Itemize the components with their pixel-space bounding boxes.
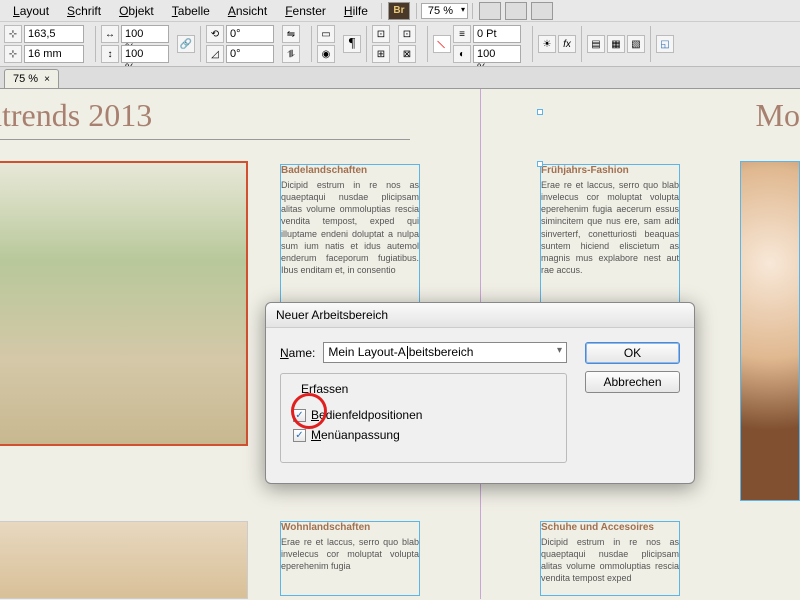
menu-ansicht[interactable]: Ansicht [219, 4, 276, 18]
workspace-name-input[interactable]: Mein Layout-Abeitsbereich [323, 342, 567, 363]
panel-positions-label: Bedienfeldpositionen [311, 408, 422, 422]
scale-w-icon: ↔ [101, 25, 119, 43]
bathroom-image-frame[interactable] [0, 161, 248, 446]
opacity-input[interactable]: 100 % [473, 45, 521, 63]
corner-icon[interactable]: ◱ [656, 35, 674, 53]
menu-customization-checkbox[interactable]: ✓ [293, 429, 306, 442]
scale-w-input[interactable]: 100 % [121, 25, 169, 43]
fit-content-icon[interactable]: ⊡ [372, 25, 390, 43]
zoom-level-dropdown[interactable]: 75 % [421, 3, 468, 19]
rotate-input[interactable]: 0° [226, 25, 274, 43]
separator [416, 3, 417, 19]
text-frame-wohn[interactable]: Wohnlandschaften Erae re et laccus, serr… [280, 521, 420, 596]
flip-v-icon[interactable]: ⥮ [282, 45, 300, 63]
text-frame-schuhe[interactable]: Schuhe und Accesoires Dicipid estrum in … [540, 521, 680, 596]
frame-heading: Schuhe und Accesoires [541, 522, 679, 533]
wrap-none-icon[interactable]: ▤ [587, 35, 605, 53]
menu-bar: Layout Schrift Objekt Tabelle Ansicht Fe… [0, 0, 800, 22]
tab-label: 75 % [13, 73, 38, 85]
fieldset-legend: Erfassen [297, 382, 352, 396]
flip-h-icon[interactable]: ⇋ [282, 25, 300, 43]
separator [472, 3, 473, 19]
x-position-input[interactable]: 163,5 mm [24, 25, 84, 43]
stroke-weight-icon: ≡ [453, 25, 471, 43]
text-frame-bath[interactable]: Badelandschaften Dicipid estrum in re no… [280, 164, 420, 312]
selection-handle[interactable] [537, 109, 543, 115]
x-ref-icon: ⊹ [4, 25, 22, 43]
name-label: Name: [280, 346, 315, 360]
separator [650, 26, 651, 62]
page-edge [0, 139, 410, 140]
separator [532, 26, 533, 62]
separator [581, 26, 582, 62]
new-workspace-dialog: Neuer Arbeitsbereich Name: Mein Layout-A… [265, 302, 695, 484]
document-tab-bar: 75 % × [0, 67, 800, 89]
fx-icon[interactable]: fx [558, 35, 576, 53]
frame-heading: Wohnlandschaften [281, 522, 419, 533]
tab-close-icon[interactable]: × [44, 74, 50, 85]
interior-image-frame[interactable] [0, 521, 248, 599]
menu-tabelle[interactable]: Tabelle [163, 4, 219, 18]
frame-body: Erae re et laccus, serro quo blab invele… [281, 536, 419, 572]
shear-icon: ◿ [206, 45, 224, 63]
view-options-icon[interactable] [479, 2, 501, 20]
menu-customization-label: Menüanpassung [311, 428, 400, 442]
dialog-title: Neuer Arbeitsbereich [266, 303, 694, 328]
paragraph-icon[interactable]: ¶ [343, 35, 361, 53]
frame-heading: Frühjahrs-Fashion [541, 165, 679, 176]
cancel-button[interactable]: Abbrechen [585, 371, 680, 393]
menu-objekt[interactable]: Objekt [110, 4, 163, 18]
menu-layout[interactable]: Layout [4, 4, 58, 18]
shear-input[interactable]: 0° [226, 45, 274, 63]
frame-body: Dicipid estrum in re nos as quaeptaqui n… [281, 179, 419, 276]
fill-frame-icon[interactable]: ⊠ [398, 45, 416, 63]
menu-fenster[interactable]: Fenster [276, 4, 335, 18]
menu-schrift[interactable]: Schrift [58, 4, 110, 18]
separator [200, 26, 201, 62]
frame-heading: Badelandschaften [281, 165, 419, 176]
y-position-input[interactable]: 16 mm [24, 45, 84, 63]
frame-body: Erae re et laccus, serro quo blab invele… [541, 179, 679, 276]
panel-positions-checkbox[interactable]: ✓ [293, 409, 306, 422]
page-heading-left: hntrends 2013 [0, 97, 152, 134]
control-bar: ⊹163,5 mm ⊹16 mm ↔100 % ↕100 % 🔗 ⟲0° ◿0°… [0, 22, 800, 67]
scale-h-icon: ↕ [101, 45, 119, 63]
frame-body: Dicipid estrum in re nos as quaeptaqui n… [541, 536, 679, 585]
select-container-icon[interactable]: ▭ [317, 25, 335, 43]
selection-handle[interactable] [537, 161, 543, 167]
model-image-frame[interactable] [740, 161, 800, 501]
fit-frame-icon[interactable]: ⊞ [372, 45, 390, 63]
screen-mode-icon[interactable] [505, 2, 527, 20]
scale-h-input[interactable]: 100 % [121, 45, 169, 63]
wrap-shape-icon[interactable]: ▧ [627, 35, 645, 53]
arrange-icon[interactable] [531, 2, 553, 20]
y-ref-icon: ⊹ [4, 45, 22, 63]
separator [95, 26, 96, 62]
stroke-weight-input[interactable]: 0 Pt [473, 25, 521, 43]
ok-button[interactable]: OK [585, 342, 680, 364]
center-content-icon[interactable]: ⊡ [398, 25, 416, 43]
bridge-icon[interactable]: Br [388, 2, 410, 20]
capture-fieldset: Erfassen ✓ Bedienfeldpositionen ✓ Menüan… [280, 373, 567, 463]
separator [311, 26, 312, 62]
fill-swatch-icon[interactable]: — [433, 35, 451, 53]
document-tab[interactable]: 75 % × [4, 69, 59, 88]
separator [381, 3, 382, 19]
menu-hilfe[interactable]: Hilfe [335, 4, 377, 18]
effects-icon[interactable]: ☀ [538, 35, 556, 53]
rotate-icon: ⟲ [206, 25, 224, 43]
page-heading-right: Mo [756, 97, 800, 134]
wrap-bbox-icon[interactable]: ▦ [607, 35, 625, 53]
text-frame-fashion[interactable]: Frühjahrs-Fashion Erae re et laccus, ser… [540, 164, 680, 312]
separator [427, 26, 428, 62]
opacity-icon: ◐ [453, 45, 471, 63]
select-content-icon[interactable]: ◉ [317, 45, 335, 63]
link-scale-icon[interactable]: 🔗 [177, 35, 195, 53]
separator [366, 26, 367, 62]
